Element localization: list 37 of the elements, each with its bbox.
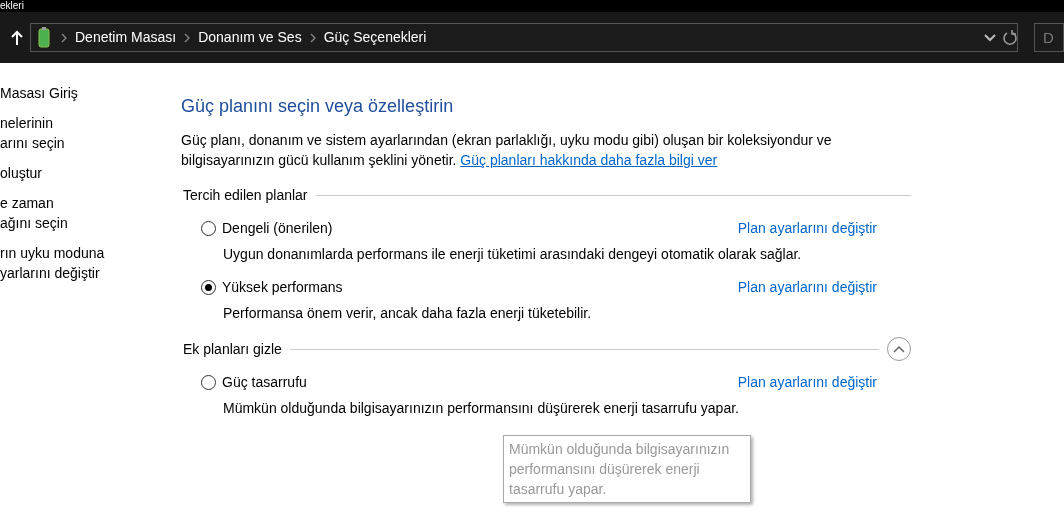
plan-description: Performansa önem verir, ancak daha fazla enerji tüketebilir. [223, 304, 593, 323]
plan-description: Mümkün olduğunda bilgisayarınızın performansını düşürerek enerji tasarrufu yapar. [223, 399, 740, 418]
breadcrumb[interactable]: Donanım ve Ses [198, 27, 302, 48]
chevron-icon [61, 32, 67, 43]
help-link[interactable]: Güç planları hakkında daha fazla bilgi ver [460, 152, 718, 168]
search-field[interactable]: D [1034, 23, 1064, 52]
breadcrumb[interactable]: Denetim Masası [75, 27, 177, 48]
refresh-icon[interactable] [1002, 29, 1018, 46]
settings-link[interactable]: Plan ayarlarını değiştir [737, 218, 877, 239]
sidebar-link[interactable]: rın uyku moduna yarlarını değiştir [0, 243, 181, 283]
sidebar-link[interactable]: Masası Giriş [0, 83, 181, 103]
page-heading: Güç planını seçin veya özelleştirin [181, 95, 455, 118]
sidebar-link[interactable]: oluştur [0, 163, 181, 183]
settings-link[interactable]: Plan ayarlarını değiştir [737, 372, 877, 393]
radio-button[interactable] [201, 280, 216, 295]
section-title: Tercih edilen planlar [183, 185, 308, 205]
window-title: ekleri [0, 0, 24, 12]
chevron-icon [184, 32, 191, 43]
chevron-icon [309, 32, 316, 43]
plan-description: Uygun donanımlarda performans ile enerji tüketimi arasındaki dengeyi otomatik olarak sağlar. [223, 245, 803, 264]
intro-text: Güç planı, donanım ve sistem ayarlarından (ekran parlaklığı, uyku modu gibi) oluşan bir koleksiyondur ve bilgisayarınızın gücü kullanım şeklini yönetir. Güç planları hakkında daha fazla bilgi ver [181, 131, 833, 170]
collapse-button[interactable] [887, 337, 911, 361]
plan-name: Dengeli (önerilen) [222, 219, 333, 238]
battery-icon [35, 26, 53, 49]
radio-button[interactable] [201, 221, 216, 236]
sidebar-link[interactable]: e zaman ağını seçin [0, 193, 181, 233]
settings-link[interactable]: Plan ayarlarını değiştir [737, 277, 877, 298]
address-bar[interactable]: Denetim Masası Donanım ve Ses Güç Seçenekleri [30, 23, 1018, 52]
radio-button[interactable] [201, 375, 216, 390]
plan-name: Güç tasarrufu [222, 373, 307, 392]
plan-name: Yüksek performans [222, 278, 343, 297]
section-title: Ek planları gizle [183, 339, 282, 359]
tooltip: Mümkün olduğunda bilgisayarınızın performansını düşürerek enerji tasarrufu yapar. [503, 435, 751, 503]
breadcrumb[interactable]: Güç Seçenekleri [323, 27, 427, 48]
dropdown-icon[interactable] [984, 33, 996, 42]
up-arrow-icon[interactable] [10, 29, 24, 46]
chevron-up-icon [893, 345, 905, 353]
